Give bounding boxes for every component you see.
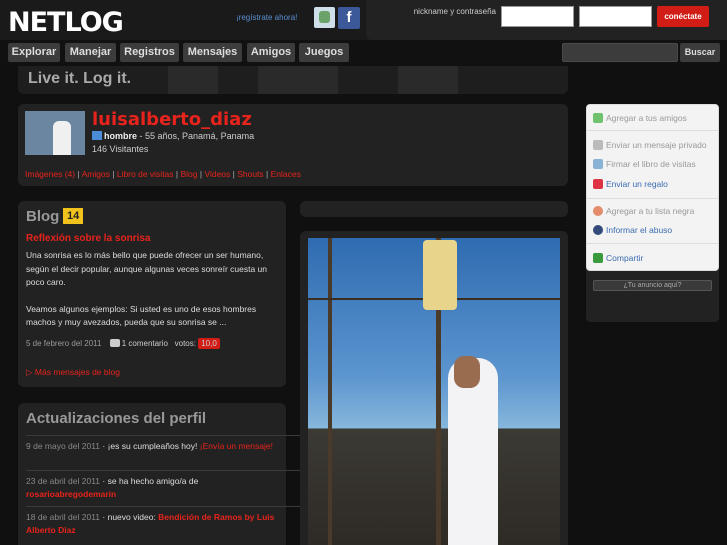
guestbook-label: Firmar el libro de visitas <box>606 159 696 169</box>
password-input[interactable] <box>579 6 652 27</box>
action-panel: Agregar a tus amigos Enviar un mensaje p… <box>586 104 719 271</box>
slogan-banner: Live it. Log it. <box>18 66 568 94</box>
login-label: nickname y contraseña <box>413 7 496 16</box>
update-date: 18 de abril del 2011 <box>26 512 101 522</box>
more-blog-text: Más mensajes de blog <box>34 367 120 377</box>
report-action[interactable]: Informar el abuso <box>593 225 672 235</box>
nav-registros[interactable]: Registros <box>120 43 179 62</box>
username[interactable]: luisalberto_diaz <box>92 109 252 130</box>
visitor-count: 146 Visitantes <box>92 144 149 154</box>
photo-card <box>300 231 568 545</box>
slogan-text: Live it. Log it. <box>28 70 132 87</box>
link-blog[interactable]: Blog <box>180 169 197 179</box>
gender-label: hombre <box>104 131 138 141</box>
updates-card: Actualizaciones del perfil 9 de mayo del… <box>18 403 306 545</box>
age-location: - 55 años, Panamá, Panama <box>137 131 255 141</box>
nav-manejar[interactable]: Manejar <box>65 43 116 62</box>
main-nav: Explorar Manejar Registros Mensajes Amig… <box>0 40 727 65</box>
vote-score: 10,0 <box>198 338 220 349</box>
blog-count-badge: 14 <box>63 208 84 224</box>
send-gift-action[interactable]: Enviar un regalo <box>593 179 668 189</box>
share-icon <box>593 253 603 263</box>
post-title[interactable]: Reflexión sobre la sonrisa <box>26 233 151 244</box>
share-action[interactable]: Compartir <box>593 253 643 263</box>
divider <box>587 198 718 199</box>
divider <box>587 130 718 131</box>
nav-juegos[interactable]: Juegos <box>299 43 349 62</box>
envelope-icon <box>593 140 603 150</box>
blog-card: Blog 14 Reflexión sobre la sonrisa Una s… <box>18 201 286 387</box>
blacklist-label: Agregar a tu lista negra <box>606 206 695 216</box>
comments-link[interactable]: 1 comentario <box>122 339 168 348</box>
male-icon <box>92 131 102 140</box>
pen-icon <box>593 159 603 169</box>
update-item: 18 de abril del 2011 · nuevo video: Bend… <box>26 506 306 537</box>
profile-photo[interactable] <box>308 238 560 545</box>
update-item: 23 de abril del 2011 · se ha hecho amigo… <box>26 470 306 501</box>
ad-placeholder-link[interactable]: ¿Tu anuncio aquí? <box>593 280 712 291</box>
post-paragraph: Veamos algunos ejemplos: Si usted es uno… <box>26 303 257 328</box>
nav-amigos[interactable]: Amigos <box>247 43 295 62</box>
nickname-input[interactable] <box>501 6 574 27</box>
banner-stripe <box>398 66 458 94</box>
blacklist-action[interactable]: Agregar a tu lista negra <box>593 206 694 216</box>
post-meta: 5 de febrero del 2011 1 comentario votos… <box>26 338 220 349</box>
person-head <box>454 356 480 388</box>
link-friends[interactable]: Amigos <box>82 169 110 179</box>
comment-icon <box>109 339 120 347</box>
link-videos[interactable]: Videos <box>204 169 230 179</box>
update-item: 9 de mayo del 2011 · ¡es su cumpleaños h… <box>26 435 306 453</box>
link-enlaces[interactable]: Enlaces <box>271 169 301 179</box>
update-date: 9 de mayo del 2011 <box>26 441 101 451</box>
add-friend-label: Agregar a tus amigos <box>606 113 687 123</box>
update-link[interactable]: ¡Envía un mensaje! <box>200 441 273 451</box>
post-paragraph: Una sonrisa es lo más bello que puede of… <box>26 250 267 287</box>
link-images[interactable]: Imágenes (4) <box>25 169 75 179</box>
update-date: 23 de abril del 2011 <box>26 476 101 486</box>
guestbook-action[interactable]: Firmar el libro de visitas <box>593 159 696 169</box>
update-text: · nuevo video: <box>100 512 159 522</box>
search-button[interactable]: Buscar <box>680 43 720 62</box>
plus-icon <box>593 113 603 123</box>
updates-title: Actualizaciones del perfil <box>26 410 207 427</box>
facebook-icon[interactable]: f <box>338 7 360 29</box>
link-guestbook[interactable]: Libro de visitas <box>117 169 174 179</box>
votes-label: votos: <box>174 339 196 348</box>
update-text: · se ha hecho amigo/a de <box>100 476 199 486</box>
update-text: · ¡es su cumpleaños hoy! <box>100 441 200 451</box>
private-message-action[interactable]: Enviar un mensaje privado <box>593 140 707 150</box>
profile-links: Imágenes (4) | Amigos | Libro de visitas… <box>25 169 301 179</box>
photo-header-bar <box>300 201 568 217</box>
update-link[interactable]: rosarioabregodemarin <box>26 489 116 499</box>
register-link[interactable]: ¡regístrate ahora! <box>236 13 297 22</box>
link-shouts[interactable]: Shouts <box>237 169 263 179</box>
send-gift-label: Enviar un regalo <box>606 179 668 189</box>
gift-icon <box>593 179 603 189</box>
banner-stripe <box>168 66 218 94</box>
connect-button[interactable]: conéctate <box>657 6 709 27</box>
ship-sail <box>423 240 457 310</box>
profile-details: hombre - 55 años, Panamá, Panama <box>92 131 254 141</box>
profile-card: luisalberto_diaz hombre - 55 años, Panam… <box>18 104 568 186</box>
private-message-label: Enviar un mensaje privado <box>606 140 707 150</box>
nav-explorar[interactable]: Explorar <box>8 43 60 62</box>
post-body: Una sonrisa es lo más bello que puede of… <box>26 249 281 330</box>
netlog-share-icon[interactable] <box>314 7 335 28</box>
blog-title: Blog <box>26 208 60 225</box>
share-label: Compartir <box>606 253 644 263</box>
block-icon <box>593 206 603 216</box>
add-friend-action[interactable]: Agregar a tus amigos <box>593 113 687 123</box>
divider <box>587 243 718 244</box>
police-icon <box>593 225 603 235</box>
banner-stripe <box>258 66 338 94</box>
post-date: 5 de febrero del 2011 <box>26 339 102 348</box>
more-blog-link[interactable]: ▷ Más mensajes de blog <box>26 367 120 378</box>
avatar[interactable] <box>25 111 85 155</box>
search-input[interactable] <box>562 43 678 62</box>
nav-mensajes[interactable]: Mensajes <box>183 43 242 62</box>
report-label: Informar el abuso <box>606 225 673 235</box>
netlog-logo[interactable]: NETLOG <box>8 7 124 38</box>
ship-mast <box>328 238 332 545</box>
